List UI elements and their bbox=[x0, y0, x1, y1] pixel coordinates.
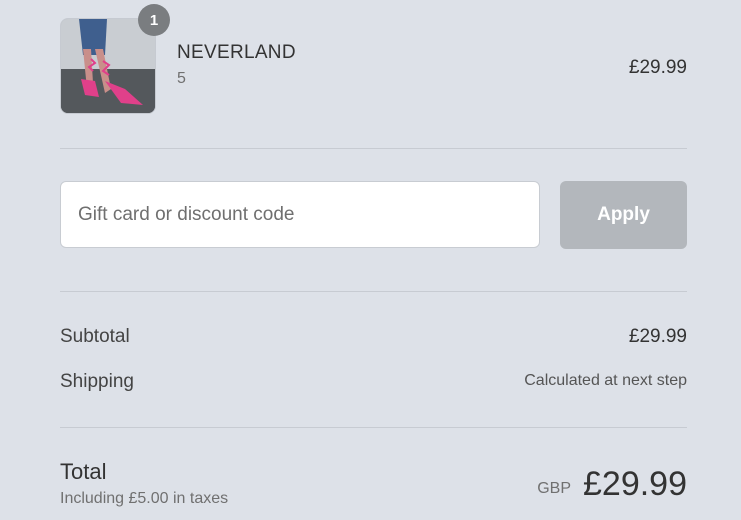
divider bbox=[60, 291, 687, 292]
shipping-value: Calculated at next step bbox=[524, 372, 687, 389]
total-label: Total bbox=[60, 459, 107, 484]
currency-code: GBP bbox=[537, 480, 571, 497]
shipping-label: Shipping bbox=[60, 371, 134, 392]
cart-line-item: 1 NEVERLAND 5 £29.99 bbox=[60, 4, 687, 114]
subtotal-label: Subtotal bbox=[60, 326, 130, 347]
total-value: £29.99 bbox=[583, 465, 687, 503]
quantity-badge: 1 bbox=[138, 4, 170, 36]
discount-code-input[interactable] bbox=[60, 181, 540, 248]
apply-button[interactable]: Apply bbox=[560, 181, 687, 249]
subtotal-value: £29.99 bbox=[628, 326, 687, 347]
tax-note: Including £5.00 in taxes bbox=[60, 490, 229, 507]
product-variant: 5 bbox=[177, 70, 186, 87]
divider bbox=[60, 148, 687, 149]
product-thumbnail-wrapper: 1 bbox=[60, 4, 170, 114]
product-name: NEVERLAND bbox=[177, 42, 296, 63]
product-price: £29.99 bbox=[628, 57, 687, 78]
product-thumbnail bbox=[60, 18, 156, 114]
product-image-icon bbox=[61, 19, 155, 113]
divider bbox=[60, 427, 687, 428]
